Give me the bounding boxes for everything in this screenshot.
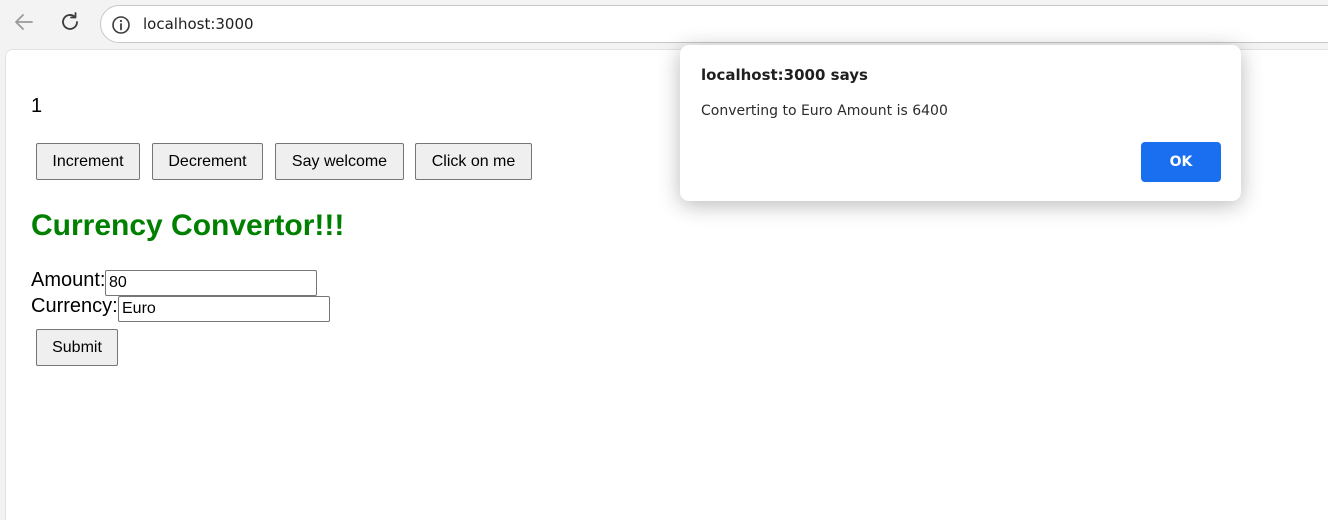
amount-input[interactable] (105, 270, 317, 296)
address-bar[interactable]: localhost:3000 (100, 5, 1328, 43)
back-button[interactable] (8, 8, 40, 40)
info-icon[interactable] (111, 15, 131, 35)
arrow-left-icon (13, 11, 35, 38)
ok-button[interactable]: OK (1141, 142, 1221, 182)
currency-input[interactable] (118, 296, 330, 322)
increment-button[interactable]: Increment (36, 143, 140, 180)
alert-dialog: localhost:3000 says Converting to Euro A… (680, 45, 1241, 201)
say-welcome-button[interactable]: Say welcome (275, 143, 404, 180)
decrement-button[interactable]: Decrement (152, 143, 263, 180)
reload-button[interactable] (54, 8, 86, 40)
browser-toolbar: localhost:3000 (0, 0, 1328, 48)
currency-label: Currency: (31, 295, 118, 317)
url-text: localhost:3000 (143, 15, 254, 33)
amount-label: Amount: (31, 269, 106, 291)
dialog-title: localhost:3000 says (701, 66, 868, 84)
reload-icon (59, 11, 81, 38)
page-title: Currency Convertor!!! (31, 209, 345, 242)
counter-value: 1 (31, 95, 43, 117)
click-on-me-button[interactable]: Click on me (415, 143, 532, 180)
submit-button[interactable]: Submit (36, 329, 118, 366)
dialog-message: Converting to Euro Amount is 6400 (701, 103, 948, 119)
